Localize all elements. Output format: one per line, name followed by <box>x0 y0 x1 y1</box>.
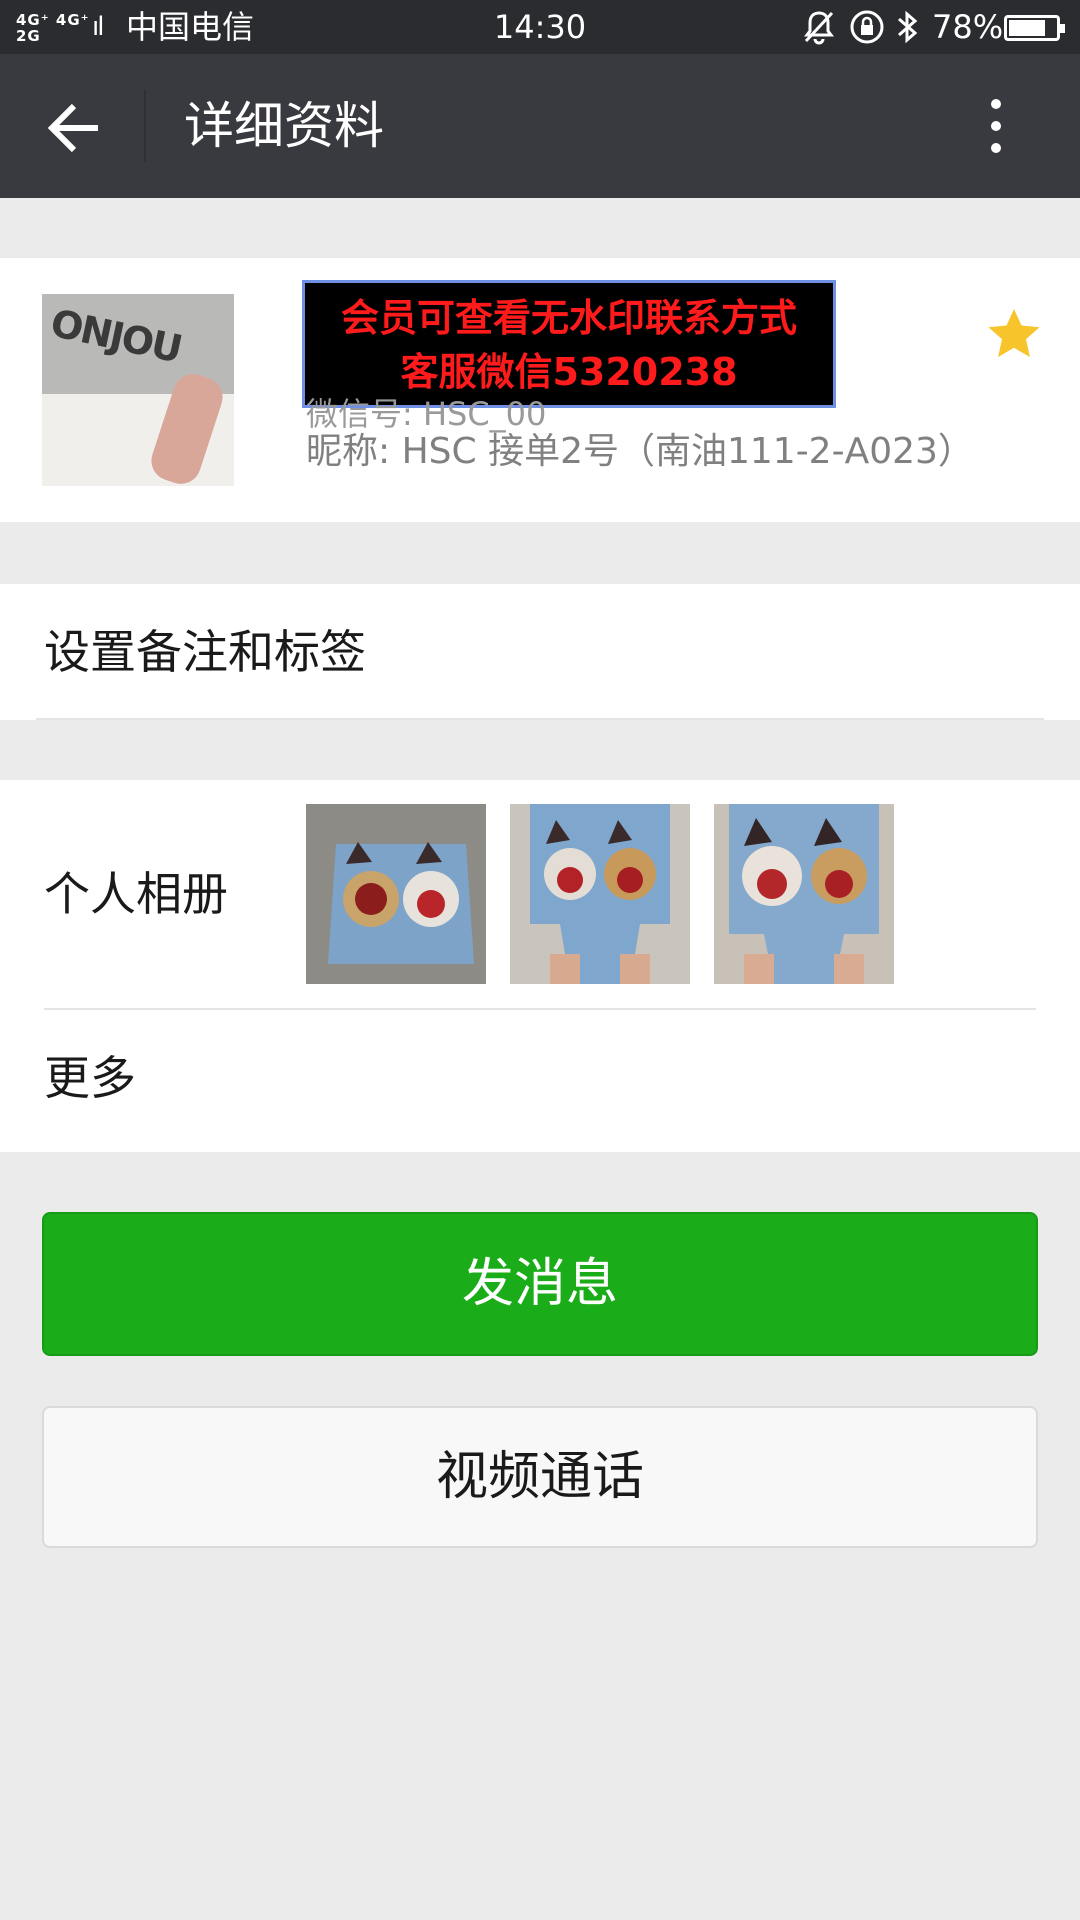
set-remark-label: 设置备注和标签 <box>44 625 366 679</box>
bell-muted-icon <box>802 9 836 52</box>
info-section: 个人相册 更多 <box>0 780 1080 1152</box>
watermark-line-2: 客服微信5320238 <box>400 350 738 394</box>
profile-card: ONJOU 会员可查看无水印联系方式 客服微信5320238 微信号: HSC_… <box>0 258 1080 522</box>
header-divider <box>144 90 146 162</box>
album-photo-2[interactable] <box>510 804 690 984</box>
arrow-left-icon[interactable] <box>44 98 104 158</box>
more-vertical-icon[interactable] <box>976 96 1016 156</box>
divider <box>44 1008 1036 1010</box>
album-photo-1[interactable] <box>306 804 486 984</box>
star-icon[interactable] <box>986 306 1042 362</box>
album-label: 个人相册 <box>44 867 228 921</box>
album-photo-3[interactable] <box>714 804 894 984</box>
wechat-id: 微信号: HSC_00 <box>306 395 547 433</box>
battery-percent: 78% <box>932 8 1004 46</box>
bluetooth-icon <box>894 9 920 52</box>
watermark-banner: 会员可查看无水印联系方式 客服微信5320238 <box>302 280 836 408</box>
more-row-label[interactable]: 更多 <box>44 1050 136 1106</box>
top-navigation-bar: 详细资料 <box>0 54 1080 198</box>
video-call-button[interactable]: 视频通话 <box>42 1406 1038 1548</box>
send-message-button[interactable]: 发消息 <box>42 1212 1038 1356</box>
lock-rotation-icon <box>848 9 886 52</box>
set-remark-row[interactable]: 设置备注和标签 <box>0 584 1080 720</box>
status-bar: 4G⁺ 4G⁺ 2G ıl 中国电信 14:30 78% <box>0 0 1080 54</box>
battery-icon <box>1004 15 1065 41</box>
avatar[interactable]: ONJOU <box>42 294 234 486</box>
divider <box>36 718 1044 720</box>
nickname: 昵称: HSC 接单2号（南油111-2-A023） <box>306 431 974 472</box>
page-title: 详细资料 <box>184 97 384 155</box>
watermark-line-1: 会员可查看无水印联系方式 <box>340 296 797 340</box>
